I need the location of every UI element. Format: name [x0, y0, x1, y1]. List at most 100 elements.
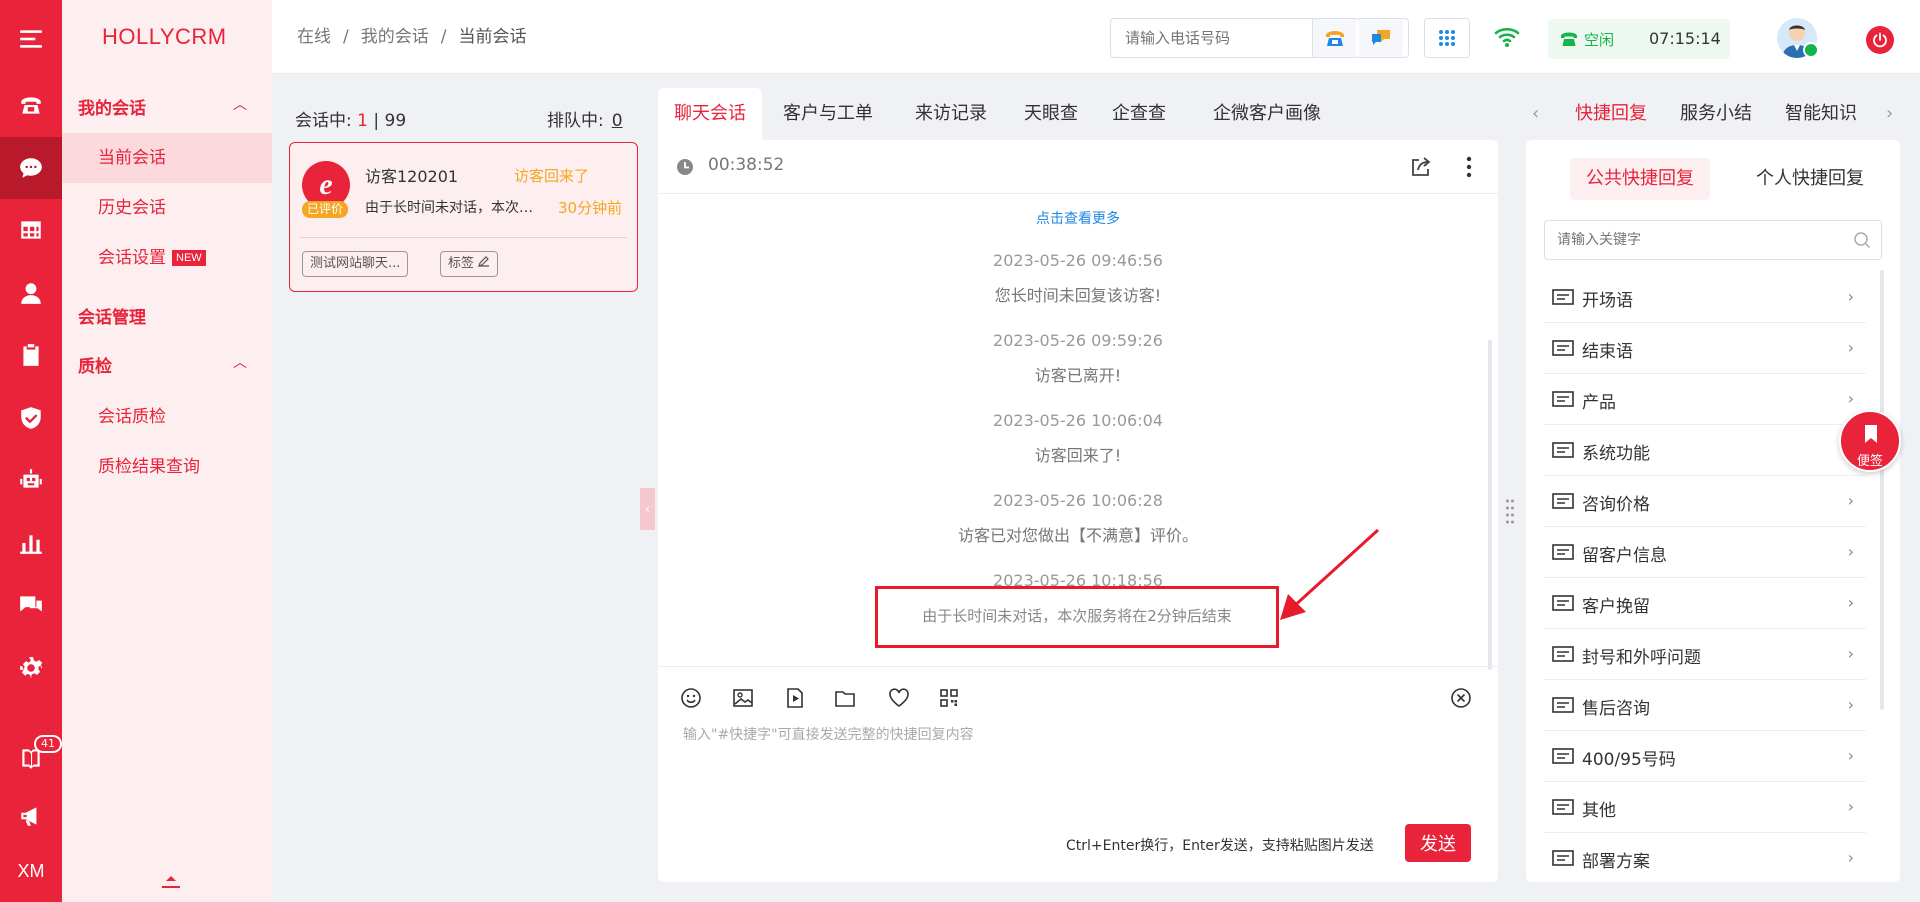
menu-group-quality-check[interactable]: 质检 ︿: [78, 352, 247, 377]
collapse-list-button[interactable]: ‹: [640, 488, 655, 530]
message-list-icon: [1552, 646, 1574, 662]
book-icon[interactable]: 41: [0, 727, 62, 789]
tab-smart-knowledge[interactable]: 智能知识: [1785, 88, 1857, 140]
xm-button[interactable]: XM: [0, 840, 62, 902]
menu-toggle-icon[interactable]: [0, 8, 62, 70]
keyword-input[interactable]: [1545, 221, 1835, 259]
tab-customer-ticket[interactable]: 客户与工单: [772, 88, 884, 140]
tab-public-quick-reply[interactable]: 公共快捷回复: [1570, 158, 1710, 200]
user-icon[interactable]: [0, 262, 62, 324]
image-icon[interactable]: [732, 687, 754, 709]
chevron-right-icon[interactable]: ›: [1886, 88, 1893, 140]
category-item[interactable]: 开场语 ›: [1544, 272, 1866, 323]
chat-icon[interactable]: [0, 137, 62, 199]
phone-number-input[interactable]: [1111, 19, 1311, 57]
bookmark-icon: [1865, 425, 1877, 443]
video-file-icon[interactable]: [784, 687, 806, 709]
message-button-inner[interactable]: [1359, 19, 1403, 57]
category-label: 系统功能: [1582, 444, 1650, 464]
chevron-left-icon[interactable]: ‹: [1532, 88, 1539, 140]
tab-wecom-profile[interactable]: 企微客户画像: [1196, 88, 1338, 140]
menu-group-session-manage[interactable]: 会话管理: [78, 303, 146, 328]
heart-icon[interactable]: [888, 687, 910, 709]
visitor-status: 访客回来了: [514, 167, 590, 185]
apps-grid-button[interactable]: [1424, 18, 1470, 58]
close-circle-icon[interactable]: [1450, 687, 1472, 709]
chevron-right-icon: ›: [1847, 797, 1854, 816]
label-tag-button[interactable]: 标签: [440, 251, 499, 277]
gear-icon[interactable]: [0, 637, 62, 699]
phone-icon[interactable]: [0, 74, 62, 136]
queue-count[interactable]: 0: [612, 111, 623, 131]
megaphone-icon[interactable]: [0, 785, 62, 847]
category-item[interactable]: 客户挽留 ›: [1544, 578, 1866, 629]
sticky-note-button[interactable]: 便签: [1839, 410, 1901, 472]
menu-item-qc-result[interactable]: 质检结果查询: [62, 442, 272, 492]
menu-item-session-settings[interactable]: 会话设置 NEW: [62, 233, 272, 283]
breadcrumb-item[interactable]: 我的会话: [361, 27, 429, 47]
bar-chart-icon[interactable]: [0, 512, 62, 574]
category-item[interactable]: 部署方案 ›: [1544, 833, 1866, 882]
chevron-right-icon: ›: [1847, 287, 1854, 306]
category-item[interactable]: 留客户信息 ›: [1544, 527, 1866, 578]
shield-icon[interactable]: [0, 387, 62, 449]
menu-group-my-sessions[interactable]: 我的会话 ︿: [78, 94, 247, 119]
label-tag-text: 标签: [448, 256, 475, 271]
category-item[interactable]: 封号和外呼问题 ›: [1544, 629, 1866, 680]
category-label: 其他: [1582, 801, 1616, 821]
chat-tabs: 聊天会话 客户与工单 来访记录 天眼查 企查查 企微客户画像: [658, 88, 1498, 140]
category-item[interactable]: 400/95号码 ›: [1544, 731, 1866, 782]
app-logo: HOLLYCRM: [102, 24, 227, 49]
messages-icon[interactable]: [0, 574, 62, 636]
robot-icon[interactable]: [0, 449, 62, 511]
menu-item-current-session[interactable]: 当前会话: [62, 133, 272, 183]
qr-code-icon[interactable]: [938, 687, 960, 709]
category-item[interactable]: 其他 ›: [1544, 782, 1866, 833]
category-item[interactable]: 产品 ›: [1544, 374, 1866, 425]
category-item[interactable]: 咨询价格 ›: [1544, 476, 1866, 527]
tab-qichacha[interactable]: 企查查: [1104, 88, 1174, 140]
last-message: 由于长时间未对话，本次服务将在2分钟后结束: [365, 200, 535, 216]
more-vertical-icon[interactable]: [1466, 156, 1472, 178]
collapse-up-icon[interactable]: [162, 876, 180, 890]
visitor-name: 访客120201: [365, 167, 459, 186]
message-button[interactable]: [1359, 18, 1409, 58]
tab-visit-records[interactable]: 来访记录: [906, 88, 996, 140]
site-tag[interactable]: 测试网站聊天...: [302, 251, 409, 277]
tab-personal-quick-reply[interactable]: 个人快捷回复: [1740, 158, 1880, 200]
agent-status-box[interactable]: 空闲 07:15:14: [1548, 19, 1730, 59]
table-icon[interactable]: [0, 199, 62, 261]
menu-group-label: 我的会话: [78, 99, 146, 119]
online-check-icon: [1803, 42, 1819, 58]
clipboard-icon[interactable]: [0, 324, 62, 386]
session-card[interactable]: e 已评价 访客120201 访客回来了 由于长时间未对话，本次服务将在2分钟后…: [289, 142, 638, 292]
share-export-icon[interactable]: [1410, 156, 1432, 178]
event-text: 由于长时间未对话，本次服务将在2分钟后结束: [922, 607, 1232, 625]
load-more-link[interactable]: 点击查看更多: [658, 208, 1498, 228]
tab-service-summary[interactable]: 服务小结: [1680, 88, 1752, 140]
active-max: 99: [384, 111, 407, 131]
category-item[interactable]: 系统功能›: [1544, 425, 1866, 476]
category-item[interactable]: 结束语 ›: [1544, 323, 1866, 374]
dial-button[interactable]: [1312, 19, 1356, 57]
chat-scrollbar[interactable]: [1488, 340, 1492, 670]
breadcrumb-item[interactable]: 在线: [297, 27, 331, 47]
resize-drag-handle[interactable]: [1505, 498, 1515, 526]
category-label: 部署方案: [1582, 852, 1650, 872]
category-item[interactable]: 售后咨询 ›: [1544, 680, 1866, 731]
logout-button[interactable]: [1866, 26, 1894, 54]
tab-chat[interactable]: 聊天会话: [658, 88, 762, 140]
tab-tianyancha[interactable]: 天眼查: [1016, 88, 1086, 140]
folder-icon[interactable]: [834, 687, 856, 709]
tab-quick-reply[interactable]: 快捷回复: [1575, 88, 1647, 140]
quick-reply-scrollbar[interactable]: [1880, 270, 1884, 710]
menu-item-history-session[interactable]: 历史会话: [62, 183, 272, 233]
side-menu: HOLLYCRM 我的会话 ︿ 当前会话 历史会话 会话设置 NEW 会话管理 质…: [62, 0, 272, 902]
emoji-icon[interactable]: [680, 687, 702, 709]
send-button[interactable]: 发送: [1405, 824, 1471, 862]
search-icon[interactable]: [1853, 231, 1871, 249]
menu-item-session-qc[interactable]: 会话质检: [62, 392, 272, 442]
phone-status-icon: [1561, 32, 1577, 46]
message-list-icon: [1552, 748, 1574, 764]
message-input[interactable]: 输入"#快捷字"可直接发送完整的快捷回复内容: [683, 724, 974, 744]
